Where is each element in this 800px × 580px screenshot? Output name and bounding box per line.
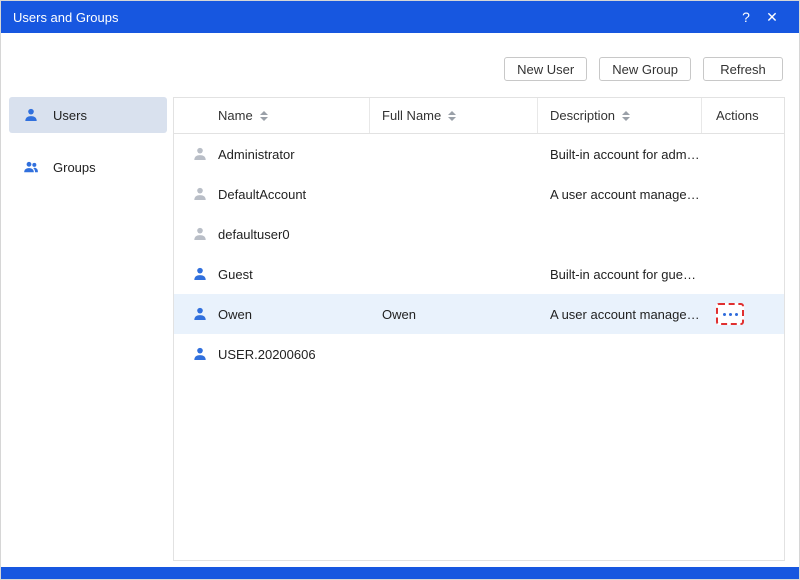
table-row-administrator[interactable]: Administrator Built-in account for admin… — [174, 134, 784, 174]
ellipsis-menu-icon[interactable] — [716, 303, 744, 325]
users-group-icon — [23, 159, 39, 175]
column-header-full-name[interactable]: Full Name — [370, 98, 538, 133]
user-actions — [702, 303, 784, 325]
table-header-row: Name Full Name Description Actions — [174, 98, 784, 134]
sort-arrows-icon — [622, 110, 631, 121]
sidebar-item-label: Users — [53, 107, 87, 123]
column-header-label: Name — [218, 108, 253, 123]
sidebar: Users Groups — [9, 97, 167, 201]
new-user-button[interactable]: New User — [504, 57, 588, 81]
help-icon[interactable]: ? — [733, 4, 759, 30]
user-description: Built-in account for admin... — [550, 146, 702, 162]
user-icon — [192, 266, 208, 282]
users-and-groups-window: Users and Groups ? ✕ New User New Group … — [0, 0, 800, 580]
user-icon — [23, 107, 39, 123]
user-name: Owen — [218, 306, 252, 322]
table-row-owen[interactable]: Owen Owen A user account managed... — [174, 294, 784, 334]
user-name: Administrator — [218, 146, 295, 162]
window-title: Users and Groups — [13, 9, 119, 25]
sort-arrows-icon — [259, 110, 268, 121]
sidebar-item-groups[interactable]: Groups — [9, 149, 167, 185]
user-icon — [192, 146, 208, 162]
user-name: defaultuser0 — [218, 226, 290, 242]
column-header-actions: Actions — [702, 98, 784, 133]
column-header-description[interactable]: Description — [538, 98, 702, 133]
title-bar: Users and Groups ? ✕ — [1, 1, 799, 33]
table-row-user20200606[interactable]: USER.20200606 — [174, 334, 784, 374]
user-name: USER.20200606 — [218, 346, 316, 362]
user-icon — [192, 186, 208, 202]
table-row-defaultuser0[interactable]: defaultuser0 — [174, 214, 784, 254]
table-row-guest[interactable]: Guest Built-in account for guest... — [174, 254, 784, 294]
column-header-label: Full Name — [382, 108, 442, 123]
table-row-defaultaccount[interactable]: DefaultAccount A user account managed... — [174, 174, 784, 214]
users-table: Name Full Name Description Actions Admin… — [173, 97, 785, 561]
refresh-button[interactable]: Refresh — [703, 57, 783, 81]
sidebar-item-label: Groups — [53, 159, 96, 175]
new-group-button[interactable]: New Group — [599, 57, 691, 81]
column-header-label: Description — [550, 108, 616, 123]
user-full-name: Owen — [382, 306, 416, 322]
user-icon — [192, 226, 208, 242]
user-name: Guest — [218, 266, 253, 282]
sidebar-item-users[interactable]: Users — [9, 97, 167, 133]
user-description: A user account managed... — [550, 186, 702, 202]
user-description: Built-in account for guest... — [550, 266, 702, 282]
user-icon — [192, 346, 208, 362]
user-description: A user account managed... — [550, 306, 702, 322]
column-header-label: Actions — [716, 108, 759, 123]
close-icon[interactable]: ✕ — [759, 4, 785, 30]
column-header-name[interactable]: Name — [174, 98, 370, 133]
toolbar: New User New Group Refresh — [504, 57, 783, 81]
user-name: DefaultAccount — [218, 186, 307, 202]
user-icon — [192, 306, 208, 322]
table-body: Administrator Built-in account for admin… — [174, 134, 784, 374]
bottom-bar — [1, 567, 799, 579]
sort-arrows-icon — [448, 110, 457, 121]
